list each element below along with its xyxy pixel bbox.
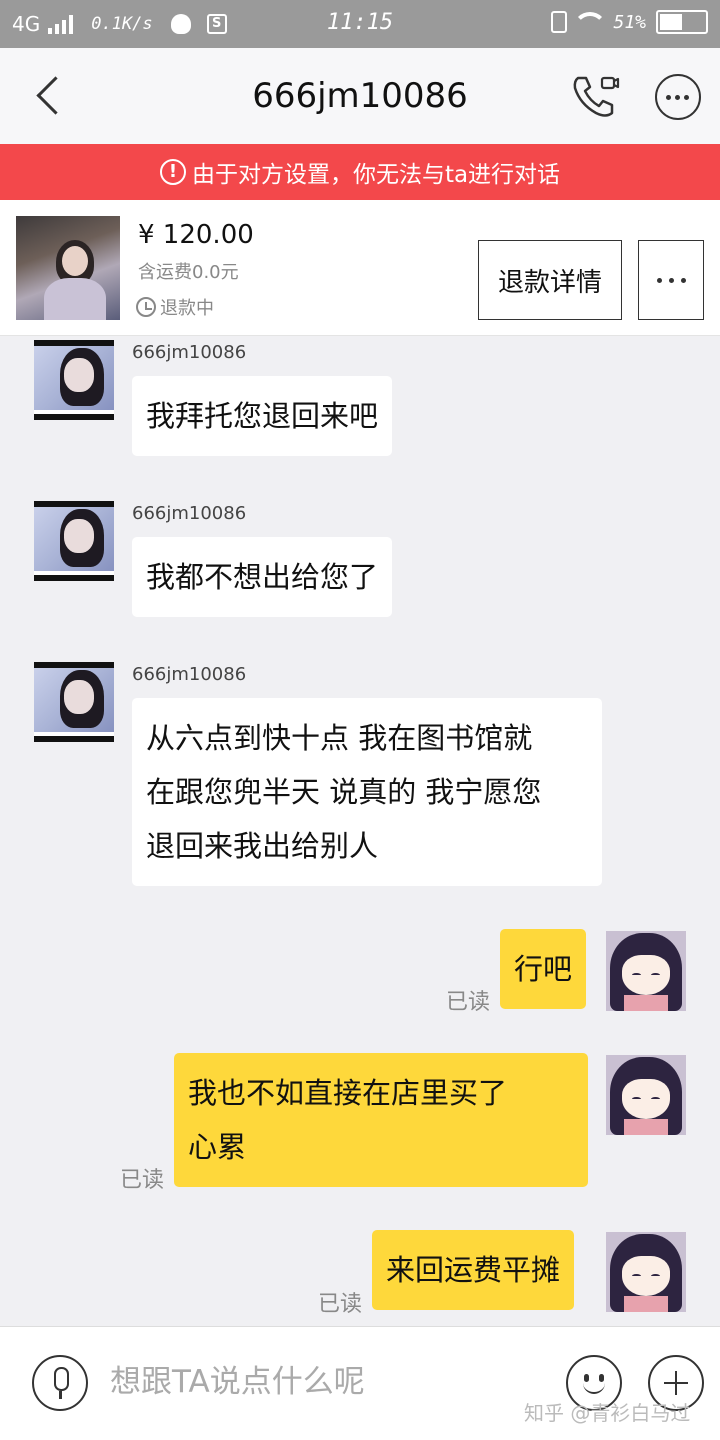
message-line: 退回来我出给别人 [146,829,379,863]
watermark-text: 知乎 @青衫白马过 [524,1401,691,1425]
call-icon[interactable] [570,72,620,120]
network-type: 4G [12,12,41,36]
order-more-button[interactable] [638,240,704,320]
order-card: ¥ 120.00 含运费0.0元 退款中 退款详情 [0,200,720,336]
message-bubble-outgoing[interactable]: 行吧 [500,929,587,1009]
order-status: 退款中 [136,294,214,320]
message-bubble-incoming[interactable]: 从六点到快十点 我在图书馆就 在跟您兜半天 说真的 我宁愿您 退回来我出给别人 [132,698,602,886]
chat-blocked-text: 由于对方设置，你无法与ta进行对话 [191,162,561,188]
order-price: ¥ 120.00 [138,220,254,250]
my-avatar[interactable] [606,1232,686,1312]
sender-name: 666jm10086 [132,503,247,524]
read-receipt: 已读 [318,1292,363,1317]
message-bubble-outgoing[interactable]: 我也不如直接在店里买了 心累 [174,1053,588,1187]
clock-icon [136,297,156,317]
more-options-icon[interactable] [655,74,701,120]
message-bubble-incoming[interactable]: 我都不想出给您了 [132,537,393,617]
message-line: 我也不如直接在店里买了 [188,1076,508,1110]
message-input[interactable] [110,1349,550,1415]
refund-details-button[interactable]: 退款详情 [478,240,622,320]
microphone-icon[interactable] [32,1355,88,1411]
read-receipt: 已读 [446,990,491,1015]
order-status-text: 退款中 [160,298,214,319]
vibrate-icon [551,11,568,33]
message-line: 在跟您兜半天 说真的 我宁愿您 [146,775,542,809]
app-notification-icon: S [206,14,227,34]
my-avatar[interactable] [606,931,686,1011]
qq-notification-icon [170,14,191,34]
phone-video-icon [573,76,620,117]
status-bar: 4G 0.1K/s S 11:15 51% [0,0,720,48]
chat-header: 666jm10086 [0,48,720,144]
network-speed: 0.1K/s [91,14,153,34]
battery-percent: 51% [613,11,646,33]
wifi-icon [577,12,604,32]
contact-avatar[interactable] [34,501,114,581]
my-avatar[interactable] [606,1055,686,1135]
read-receipt: 已读 [120,1168,165,1193]
message-line: 从六点到快十点 我在图书馆就 [146,721,533,755]
message-bubble-outgoing[interactable]: 来回运费平摊 [372,1230,575,1310]
message-line: 心累 [188,1130,247,1164]
message-bubble-incoming[interactable]: 我拜托您退回来吧 [132,376,393,456]
sender-name: 666jm10086 [132,664,247,685]
message-input-bar: 知乎 @青衫白马过 [0,1326,720,1440]
order-shipping: 含运费0.0元 [138,262,239,283]
chat-blocked-banner: ! 由于对方设置，你无法与ta进行对话 [0,144,720,200]
battery-icon [656,10,708,34]
contact-avatar[interactable] [34,340,114,420]
sender-name: 666jm10086 [132,342,247,363]
signal-icon [48,14,74,34]
contact-avatar[interactable] [34,662,114,742]
product-thumbnail[interactable] [16,216,120,320]
chat-messages[interactable]: 666jm10086 我拜托您退回来吧 666jm10086 我都不想出给您了 … [0,336,720,1326]
warning-icon: ! [159,159,186,185]
